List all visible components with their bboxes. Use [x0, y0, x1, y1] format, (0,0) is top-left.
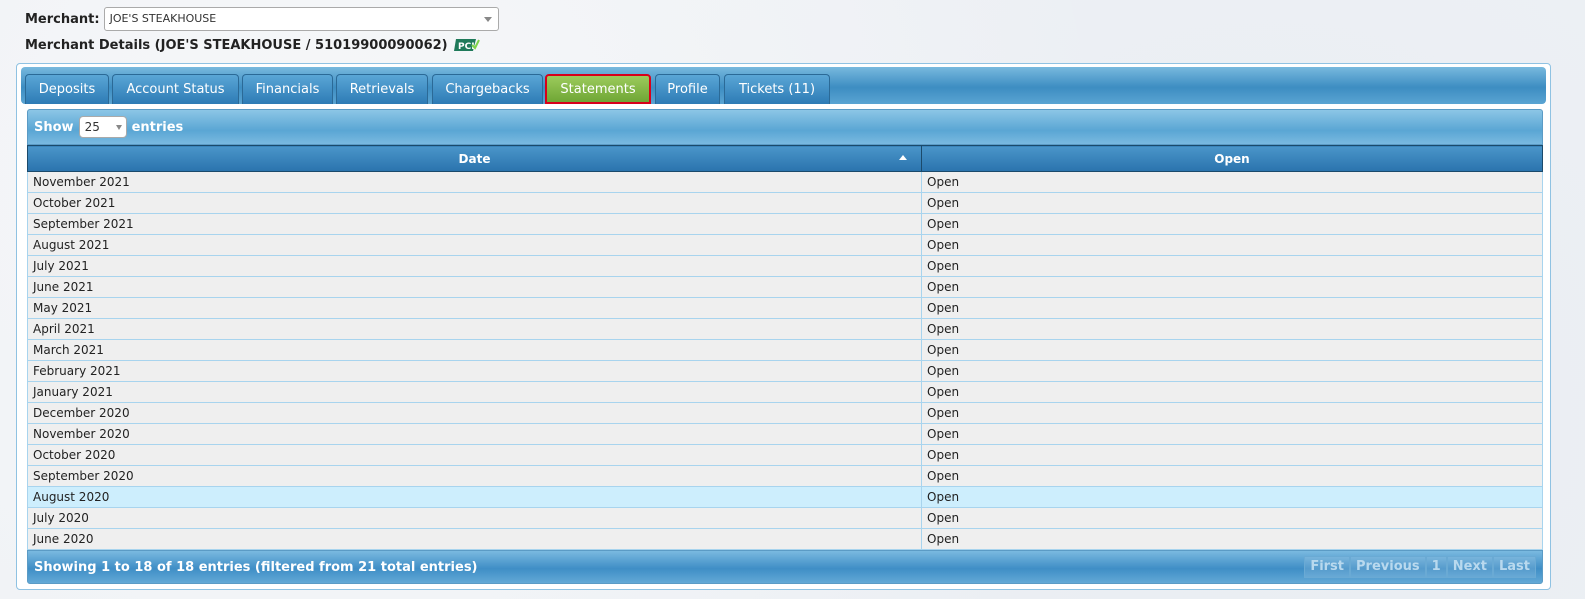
cell-open-link[interactable]: Open — [921, 192, 1543, 214]
page-length-value: 25 — [84, 120, 100, 134]
svg-text:PCI: PCI — [458, 42, 475, 52]
column-header-date-label: Date — [458, 151, 491, 166]
column-header-open-label: Open — [1214, 151, 1250, 166]
cell-date: August 2021 — [27, 234, 922, 256]
cell-date: June 2020 — [27, 528, 922, 550]
statements-table-wrapper: Show 25 entries Date Open November 2021 … — [27, 109, 1543, 584]
tab-chargebacks[interactable]: Chargebacks — [432, 74, 543, 104]
table-row[interactable]: July 2020 Open — [27, 507, 1543, 529]
cell-open-link[interactable]: Open — [921, 507, 1543, 529]
table-row[interactable]: August 2021 Open — [27, 234, 1543, 256]
pager-page-button[interactable]: 1 — [1425, 556, 1447, 578]
pci-icon: PCI — [453, 39, 480, 52]
show-label: Show — [34, 119, 74, 135]
chevron-down-icon — [115, 125, 122, 130]
pager-previous-button[interactable]: Previous — [1350, 556, 1426, 578]
table-row[interactable]: September 2021 Open — [27, 213, 1543, 235]
length-control: Show 25 entries — [27, 109, 1543, 145]
table-row[interactable]: June 2020 Open — [27, 528, 1543, 550]
table-row[interactable]: November 2020 Open — [27, 423, 1543, 445]
cell-open-link[interactable]: Open — [921, 381, 1543, 403]
merchant-details-header: Merchant Details (JOE'S STEAKHOUSE / 510… — [25, 37, 480, 53]
statements-table: Date Open November 2021 Open October 2021 O… — [27, 145, 1543, 550]
table-footer: Showing 1 to 18 of 18 entries (filtered … — [27, 550, 1543, 584]
table-row[interactable]: October 2020 Open — [27, 444, 1543, 466]
cell-date: June 2021 — [27, 276, 922, 298]
table-body: November 2021 Open October 2021 Open Septemb… — [27, 171, 1543, 550]
table-row[interactable]: March 2021 Open — [27, 339, 1543, 361]
merchant-label: Merchant: — [25, 11, 100, 27]
sort-ascending-icon — [899, 155, 907, 160]
cell-date: October 2020 — [27, 444, 922, 466]
cell-date: September 2020 — [27, 465, 922, 487]
cell-date: September 2021 — [27, 213, 922, 235]
cell-open-link[interactable]: Open — [921, 528, 1543, 550]
table-row[interactable]: July 2021 Open — [27, 255, 1543, 277]
pager-first-button[interactable]: First — [1304, 556, 1351, 578]
cell-date: July 2020 — [27, 507, 922, 529]
entries-label: entries — [131, 119, 184, 135]
tab-financials[interactable]: Financials — [242, 74, 333, 104]
cell-open-link[interactable]: Open — [921, 276, 1543, 298]
table-row[interactable]: February 2021 Open — [27, 360, 1543, 382]
cell-date: October 2021 — [27, 192, 922, 214]
tab-retrievals[interactable]: Retrievals — [336, 74, 428, 104]
cell-open-link[interactable]: Open — [921, 255, 1543, 277]
tab-deposits[interactable]: Deposits — [25, 74, 109, 104]
table-row[interactable]: October 2021 Open — [27, 192, 1543, 214]
cell-date: May 2021 — [27, 297, 922, 319]
table-row[interactable]: May 2021 Open — [27, 297, 1543, 319]
column-header-open[interactable]: Open — [921, 145, 1543, 172]
cell-open-link[interactable]: Open — [921, 318, 1543, 340]
cell-open-link[interactable]: Open — [921, 234, 1543, 256]
cell-open-link[interactable]: Open — [921, 444, 1543, 466]
cell-open-link[interactable]: Open — [921, 423, 1543, 445]
pager-last-button[interactable]: Last — [1492, 556, 1536, 578]
merchant-select-value: JOE'S STEAKHOUSE — [109, 12, 217, 25]
cell-open-link[interactable]: Open — [921, 339, 1543, 361]
merchant-select[interactable]: JOE'S STEAKHOUSE — [103, 7, 499, 31]
table-header-row: Date Open — [27, 145, 1543, 172]
cell-date: November 2021 — [27, 171, 922, 193]
table-row[interactable]: November 2021 Open — [27, 171, 1543, 193]
table-row[interactable]: January 2021 Open — [27, 381, 1543, 403]
merchant-selector-row: Merchant: JOE'S STEAKHOUSE — [25, 7, 499, 31]
cell-open-link[interactable]: Open — [921, 360, 1543, 382]
tab-tickets[interactable]: Tickets (11) — [724, 74, 830, 104]
cell-date: August 2020 — [27, 486, 922, 508]
pagination: First Previous 1 Next Last — [1304, 556, 1536, 578]
cell-open-link[interactable]: Open — [921, 402, 1543, 424]
cell-open-link[interactable]: Open — [921, 486, 1543, 508]
chevron-down-icon — [483, 17, 492, 22]
column-header-date[interactable]: Date — [27, 145, 922, 172]
tab-account-status[interactable]: Account Status — [112, 74, 239, 104]
cell-open-link[interactable]: Open — [921, 213, 1543, 235]
table-info: Showing 1 to 18 of 18 entries (filtered … — [34, 559, 478, 575]
pager-next-button[interactable]: Next — [1446, 556, 1493, 578]
cell-date: July 2021 — [27, 255, 922, 277]
table-row[interactable]: August 2020 Open — [27, 486, 1543, 508]
cell-open-link[interactable]: Open — [921, 297, 1543, 319]
tab-profile[interactable]: Profile — [655, 74, 720, 104]
cell-date: January 2021 — [27, 381, 922, 403]
table-row[interactable]: December 2020 Open — [27, 402, 1543, 424]
cell-open-link[interactable]: Open — [921, 171, 1543, 193]
merchant-panel: Deposits Account Status Financials Retri… — [16, 63, 1551, 590]
table-row[interactable]: April 2021 Open — [27, 318, 1543, 340]
cell-open-link[interactable]: Open — [921, 465, 1543, 487]
page-title: Merchant Details (JOE'S STEAKHOUSE / 510… — [25, 37, 448, 53]
cell-date: December 2020 — [27, 402, 922, 424]
table-row[interactable]: June 2021 Open — [27, 276, 1543, 298]
cell-date: March 2021 — [27, 339, 922, 361]
cell-date: November 2020 — [27, 423, 922, 445]
tab-bar: Deposits Account Status Financials Retri… — [21, 67, 1546, 104]
table-row[interactable]: September 2020 Open — [27, 465, 1543, 487]
page-length-select[interactable]: 25 — [78, 116, 127, 138]
cell-date: April 2021 — [27, 318, 922, 340]
cell-date: February 2021 — [27, 360, 922, 382]
tab-statements[interactable]: Statements — [545, 74, 651, 104]
